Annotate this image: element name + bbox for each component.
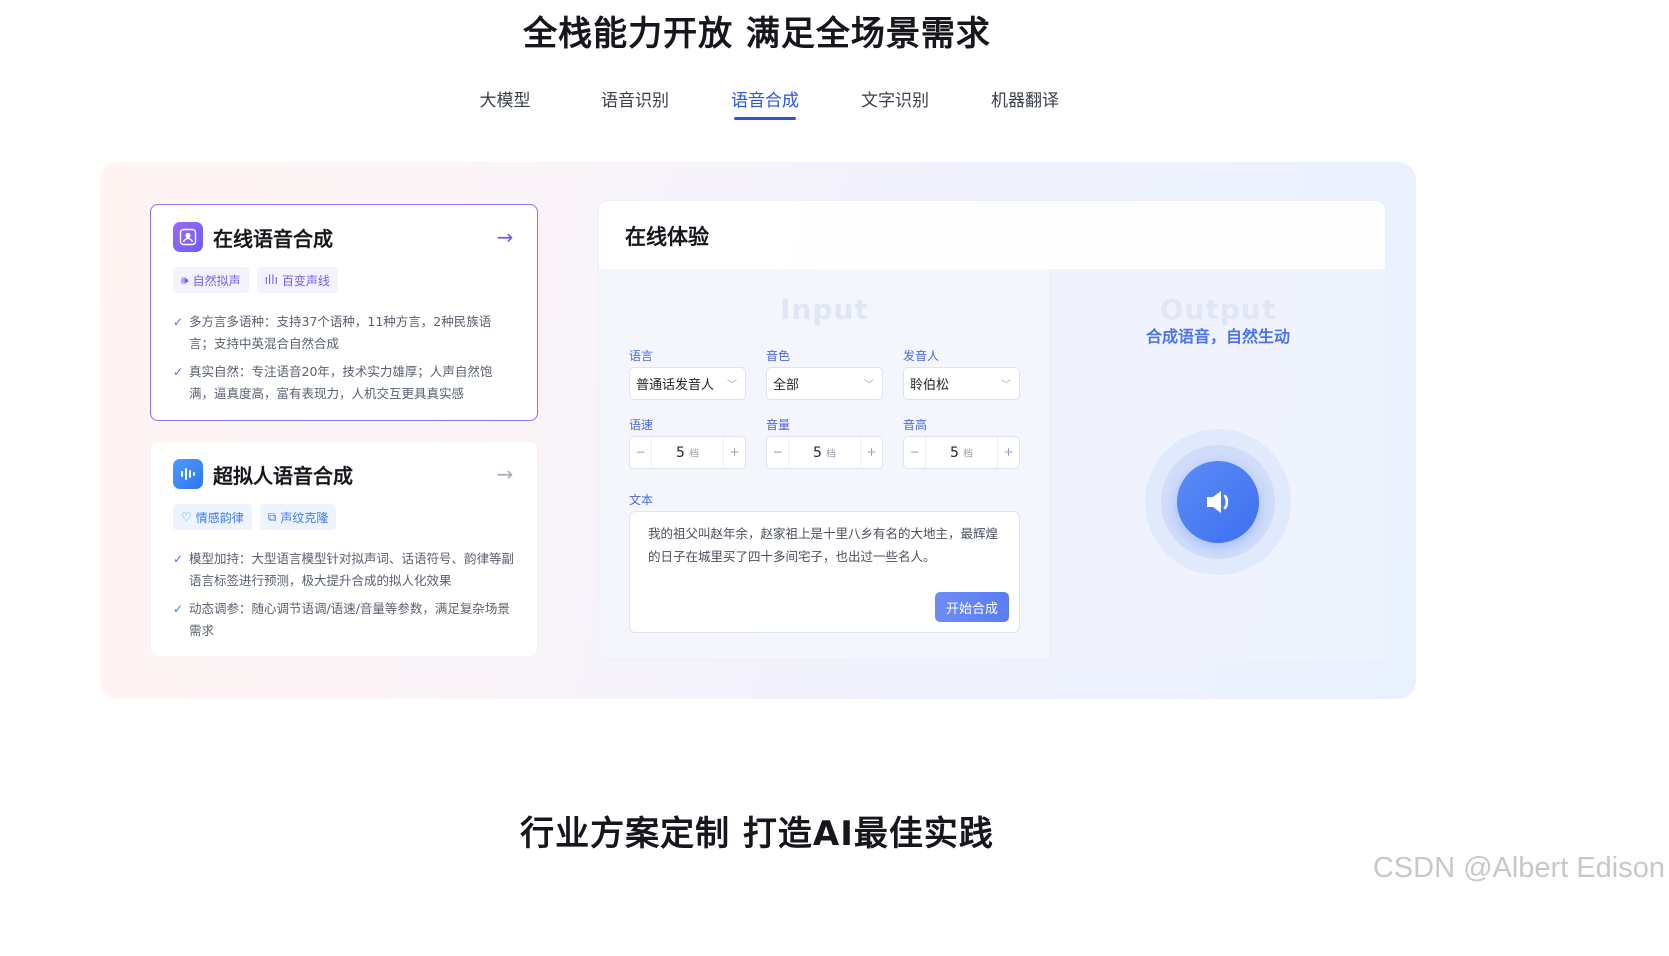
feature-text: 动态调参：随心调节语调/语速/音量等参数，满足复杂场景需求 — [189, 601, 510, 638]
tab-machine-translation[interactable]: 机器翻译 — [960, 86, 1090, 120]
badge-label: 自然拟声 — [192, 273, 241, 288]
card-title: 超拟人语音合成 — [213, 463, 353, 488]
feature-item: ✓ 动态调参：随心调节语调/语速/音量等参数，满足复杂场景需求 — [173, 598, 515, 642]
badge-label: 百变声线 — [281, 273, 330, 288]
output-subtitle: 合成语音，自然生动 — [1145, 327, 1290, 346]
page: 全栈能力开放 满足全场景需求 大模型 语音识别 语音合成 文字识别 机器翻译 在… — [0, 0, 1669, 956]
tab-bar: 大模型 语音识别 语音合成 文字识别 机器翻译 — [440, 86, 1090, 120]
output-section: Output 合成语音，自然生动 — [1051, 269, 1385, 659]
feature-text: 真实自然：专注语音20年，技术实力雄厚；人声自然饱满，逼真度高，富有表现力，人机… — [189, 364, 493, 401]
arrow-right-icon[interactable]: → — [495, 462, 515, 486]
speaker-select[interactable]: 聆伯松 ﹀ — [903, 367, 1020, 400]
feature-text: 模型加持：大型语言模型针对拟声词、话语符号、韵律等副语言标签进行预测，极大提升合… — [189, 551, 515, 588]
speaker-icon — [1207, 491, 1229, 513]
feature-item: ✓ 多方言多语种：支持37个语种，11种方言，2种民族语言；支持中英混合自然合成 — [173, 311, 515, 355]
arrow-right-icon[interactable]: → — [495, 225, 515, 249]
badge-voice-clone: ⧉ 声纹克隆 — [259, 504, 337, 530]
input-ghost-label: Input — [780, 293, 869, 326]
increment-button[interactable]: + — [723, 437, 745, 468]
play-audio-button[interactable] — [1177, 461, 1259, 543]
select-value: 聆伯松 — [910, 378, 950, 393]
card-title: 在线语音合成 — [213, 226, 333, 251]
timbre-select[interactable]: 全部 ﹀ — [766, 367, 883, 400]
check-icon: ✓ — [173, 365, 184, 379]
pitch-stepper: − 5档 + — [903, 436, 1020, 469]
stepper-number: 5 — [950, 444, 959, 461]
stepper-number: 5 — [813, 444, 822, 461]
sound-bars-icon — [173, 459, 203, 489]
text-input[interactable]: 我的祖父叫赵年余，赵家祖上是十里八乡有名的大地主，最辉煌的日子在城里买了四十多间… — [629, 511, 1020, 633]
stepper-value: 5档 — [789, 445, 860, 461]
badge-label: 声纹克隆 — [280, 510, 329, 525]
field-label: 发音人 — [903, 349, 940, 363]
increment-button[interactable]: + — [860, 437, 882, 468]
decrement-button[interactable]: − — [904, 437, 926, 468]
tab-speech-synthesis[interactable]: 语音合成 — [700, 86, 830, 120]
online-demo: 在线体验 Input 语言 普通话发音人 ﹀ 音色 全部 ﹀ 发音人 聆伯松 ﹀… — [598, 200, 1386, 660]
stepper-unit: 档 — [825, 448, 836, 460]
timbre-field: 音色 全部 ﹀ — [766, 347, 883, 400]
card-humanlike-tts[interactable]: 超拟人语音合成 → ♡ 情感韵律 ⧉ 声纹克隆 ✓ 模型加持：大型语言模型针对拟… — [150, 441, 538, 657]
watermark: CSDN @Albert Edison — [1372, 852, 1665, 884]
badge-varied-voices: ıllı 百变声线 — [256, 267, 338, 293]
chevron-down-icon: ﹀ — [864, 380, 874, 391]
field-label: 音量 — [766, 418, 791, 432]
input-section: Input 语言 普通话发音人 ﹀ 音色 全部 ﹀ 发音人 聆伯松 ﹀ 语速 −… — [599, 269, 1051, 659]
card-online-tts[interactable]: 在线语音合成 → 🕪 自然拟声 ıllı 百变声线 ✓ 多方言多语种：支持37个… — [150, 204, 538, 421]
heart-icon: ♡ — [181, 510, 192, 524]
pitch-field: 音高 − 5档 + — [903, 416, 1020, 469]
chevron-down-icon: ﹀ — [727, 380, 737, 391]
badge-natural-voice: 🕪 自然拟声 — [173, 267, 249, 293]
field-label: 音色 — [766, 349, 791, 363]
start-synthesis-button[interactable]: 开始合成 — [935, 592, 1009, 622]
waveform-icon: ıllı — [264, 273, 278, 287]
stepper-value: 5档 — [926, 445, 997, 461]
stepper-value: 5档 — [652, 445, 723, 461]
speaker-icon: 🕪 — [181, 272, 189, 287]
clone-icon: ⧉ — [267, 509, 277, 524]
language-field: 语言 普通话发音人 ﹀ — [629, 347, 746, 400]
check-icon: ✓ — [173, 315, 184, 329]
check-icon: ✓ — [173, 602, 184, 616]
stepper-unit: 档 — [962, 448, 973, 460]
speed-field: 语速 − 5档 + — [629, 416, 746, 469]
volume-field: 音量 − 5档 + — [766, 416, 883, 469]
voice-user-icon — [173, 222, 203, 252]
badge-emotion-prosody: ♡ 情感韵律 — [173, 504, 252, 530]
language-select[interactable]: 普通话发音人 ﹀ — [629, 367, 746, 400]
output-ghost-label: Output — [1159, 293, 1277, 326]
select-value: 普通话发音人 — [636, 378, 715, 393]
chevron-down-icon: ﹀ — [1001, 380, 1011, 391]
tab-speech-recognition[interactable]: 语音识别 — [570, 86, 700, 120]
product-panel: 在线语音合成 → 🕪 自然拟声 ıllı 百变声线 ✓ 多方言多语种：支持37个… — [100, 162, 1416, 699]
check-icon: ✓ — [173, 552, 184, 566]
demo-title: 在线体验 — [599, 201, 1385, 269]
tab-text-recognition[interactable]: 文字识别 — [830, 86, 960, 120]
feature-item: ✓ 真实自然：专注语音20年，技术实力雄厚；人声自然饱满，逼真度高，富有表现力，… — [173, 361, 515, 405]
field-label: 语言 — [629, 349, 654, 363]
speed-stepper: − 5档 + — [629, 436, 746, 469]
text-input-value: 我的祖父叫赵年余，赵家祖上是十里八乡有名的大地主，最辉煌的日子在城里买了四十多间… — [648, 526, 999, 564]
text-label: 文本 — [629, 493, 654, 507]
stepper-unit: 档 — [688, 448, 699, 460]
volume-stepper: − 5档 + — [766, 436, 883, 469]
increment-button[interactable]: + — [997, 437, 1019, 468]
speaker-field: 发音人 聆伯松 ﹀ — [903, 347, 1020, 400]
field-label: 音高 — [903, 418, 928, 432]
stepper-number: 5 — [676, 444, 685, 461]
badge-label: 情感韵律 — [195, 510, 244, 525]
feature-item: ✓ 模型加持：大型语言模型针对拟声词、话语符号、韵律等副语言标签进行预测，极大提… — [173, 548, 515, 592]
feature-text: 多方言多语种：支持37个语种，11种方言，2种民族语言；支持中英混合自然合成 — [189, 314, 492, 351]
decrement-button[interactable]: − — [630, 437, 652, 468]
field-label: 语速 — [629, 418, 654, 432]
tab-large-model[interactable]: 大模型 — [440, 86, 570, 120]
section-title-solutions: 行业方案定制 打造AI最佳实践 — [520, 814, 994, 854]
decrement-button[interactable]: − — [767, 437, 789, 468]
select-value: 全部 — [773, 378, 800, 393]
section-title-capabilities: 全栈能力开放 满足全场景需求 — [523, 14, 991, 54]
